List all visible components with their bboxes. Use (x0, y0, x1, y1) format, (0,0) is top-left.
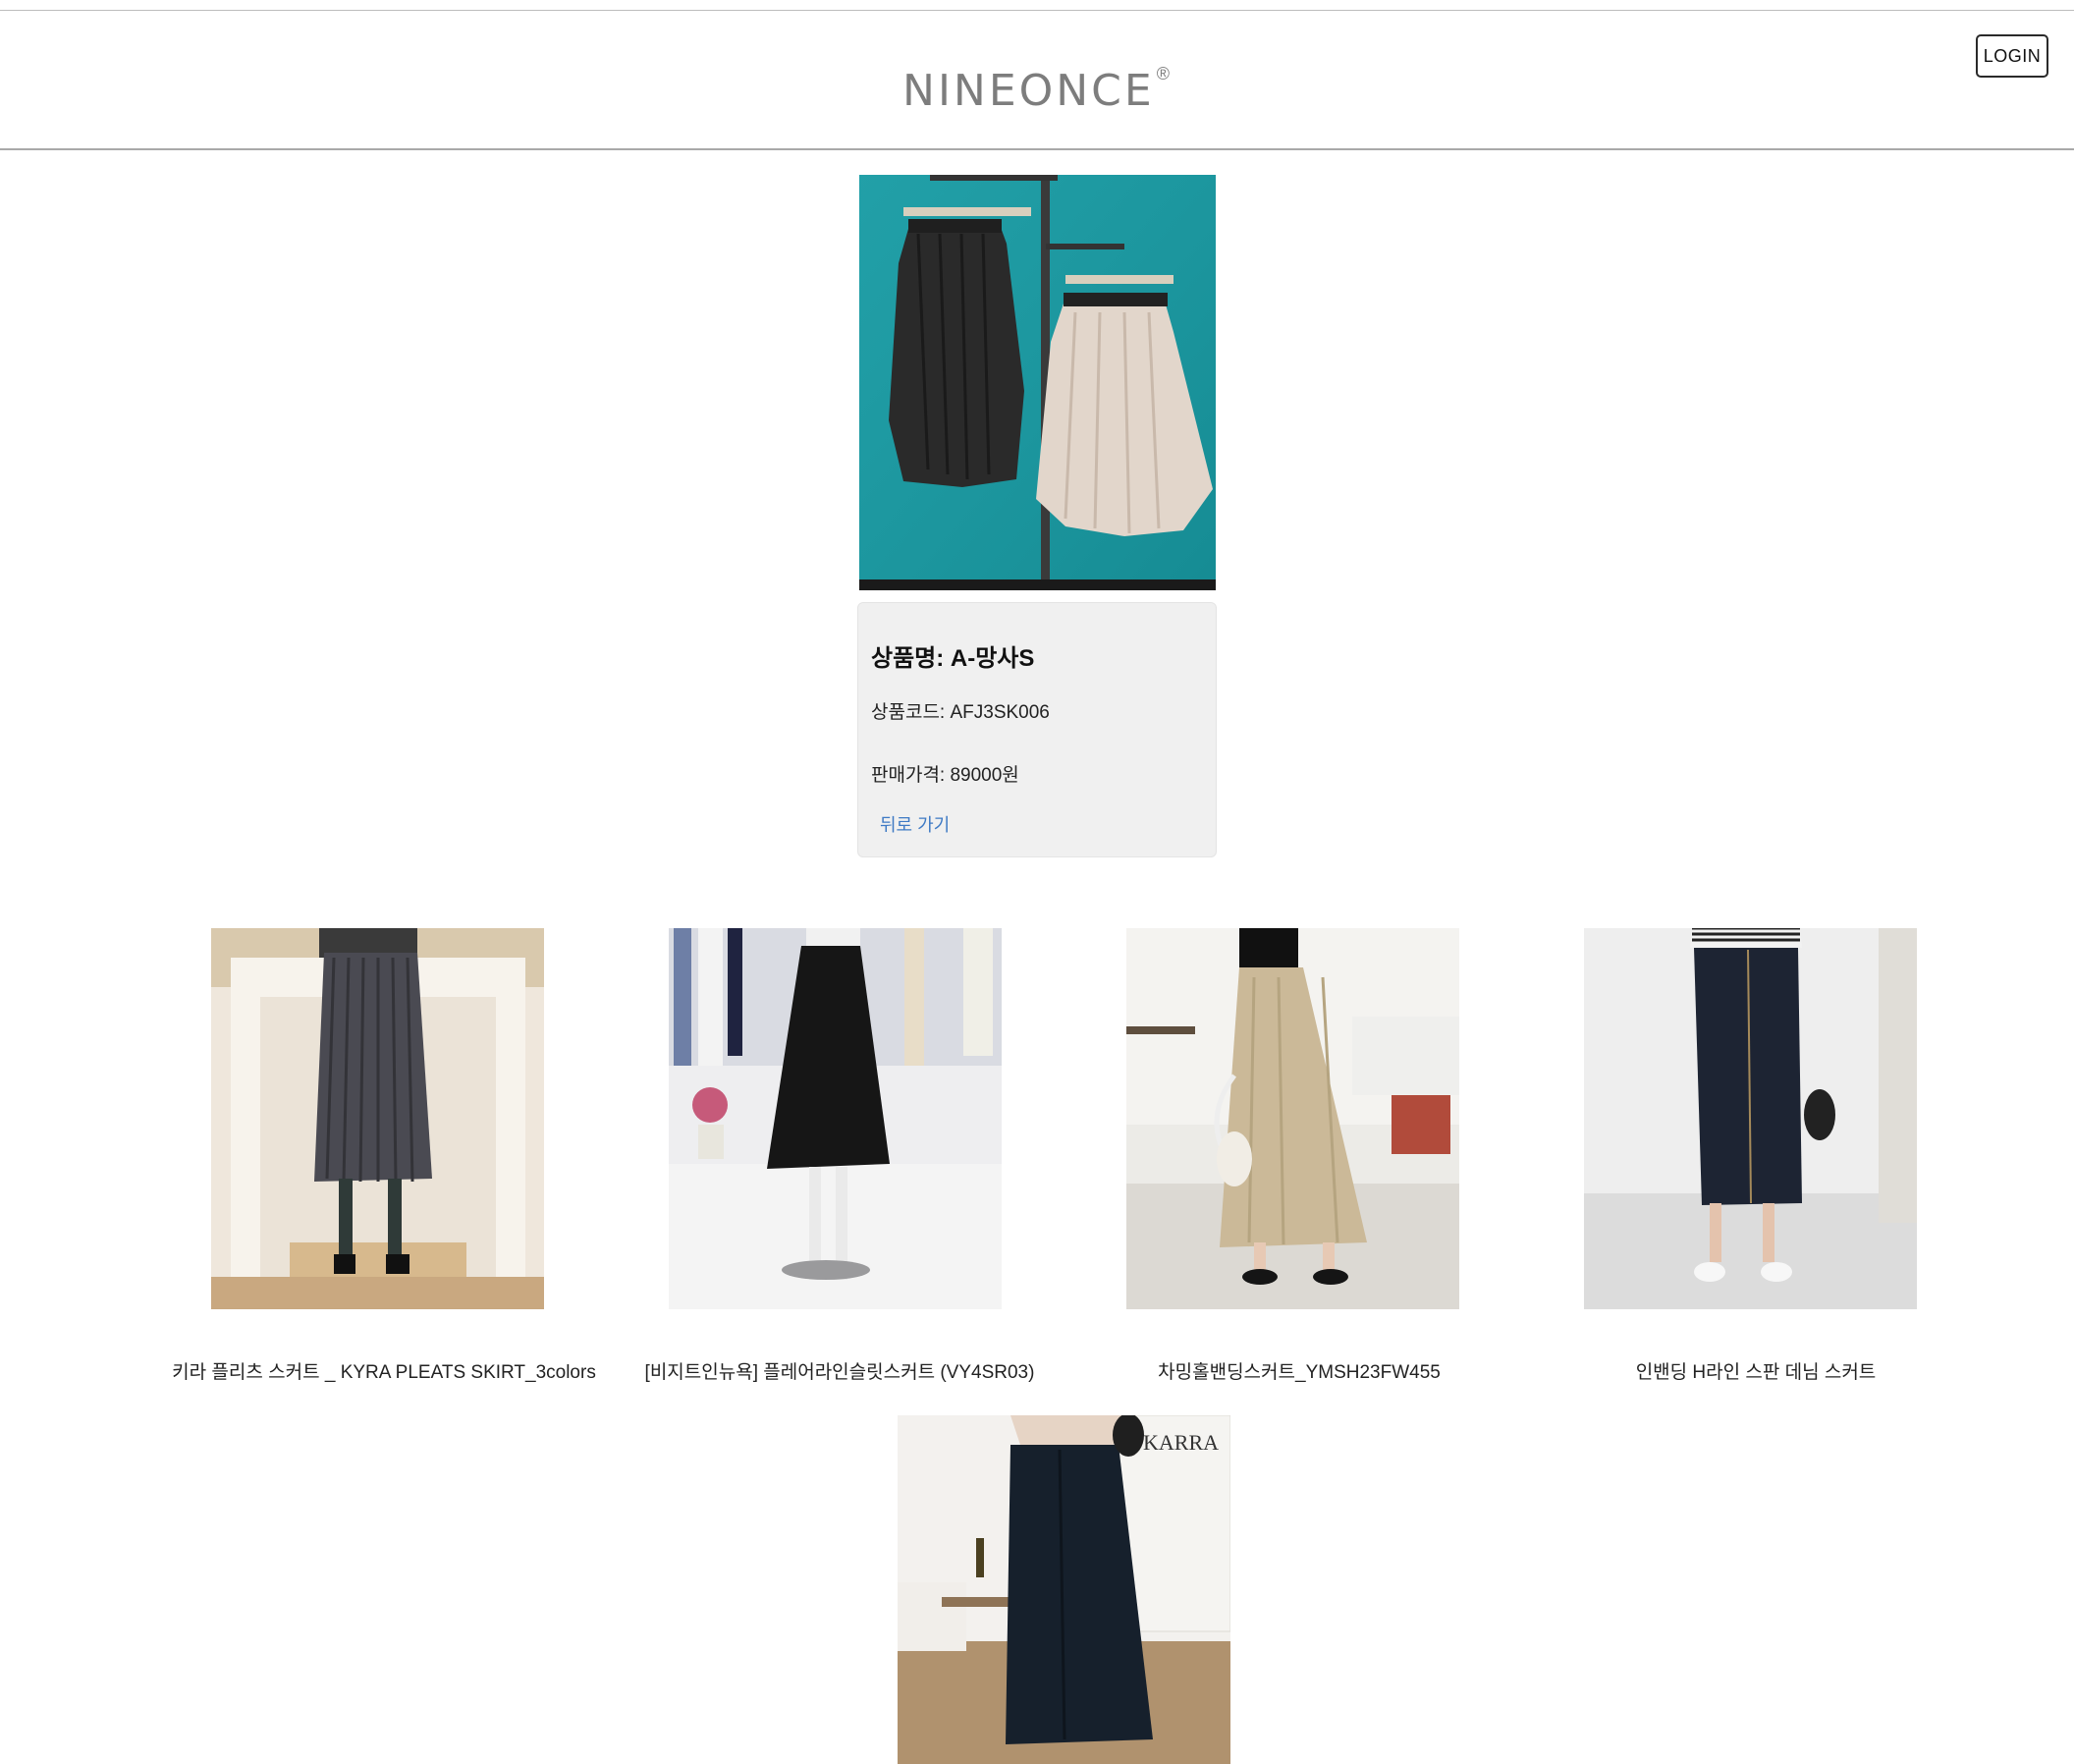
product-thumbnail[interactable] (1584, 928, 1917, 1309)
product-thumbnail[interactable] (669, 928, 1002, 1309)
product-title[interactable]: 키라 플리츠 스커트 _ KYRA PLEATS SKIRT_3colors (153, 1357, 615, 1384)
page: NINEONCE ® LOGIN 상품명: A-망사S 상품코드: AFJ3SK… (0, 0, 2074, 1764)
product-thumbnail[interactable] (1126, 928, 1459, 1309)
back-link[interactable]: 뒤로 가기 (880, 811, 950, 837)
product-image (859, 175, 1216, 590)
brand-watermark: KARRA (1143, 1430, 1219, 1455)
site-header: NINEONCE ® LOGIN (0, 11, 2074, 149)
login-button[interactable]: LOGIN (1976, 34, 2048, 78)
product-price: 판매가격: 89000원 (871, 765, 1019, 786)
product-title[interactable]: [비지트인뉴욕] 플레어라인슬릿스커트 (VY4SR03) (609, 1357, 1070, 1384)
product-title[interactable]: 인밴딩 H라인 스판 데님 스커트 (1525, 1357, 1987, 1384)
product-code: 상품코드: AFJ3SK006 (871, 702, 1050, 723)
product-thumbnail[interactable]: KARRA (898, 1415, 1230, 1764)
brand-logo[interactable]: NINEONCE ® (902, 62, 1170, 121)
product-thumbnail[interactable] (211, 928, 544, 1309)
registered-mark: ® (1156, 64, 1170, 83)
logo-text: NINEONCE (902, 66, 1155, 116)
product-title[interactable]: 차밍홀밴딩스커트_YMSH23FW455 (1068, 1357, 1530, 1384)
product-name: 상품명: A-망사S (871, 645, 1035, 672)
product-info-card: 상품명: A-망사S 상품코드: AFJ3SK006 판매가격: 89000원 … (857, 602, 1217, 857)
header-divider (0, 148, 2074, 150)
